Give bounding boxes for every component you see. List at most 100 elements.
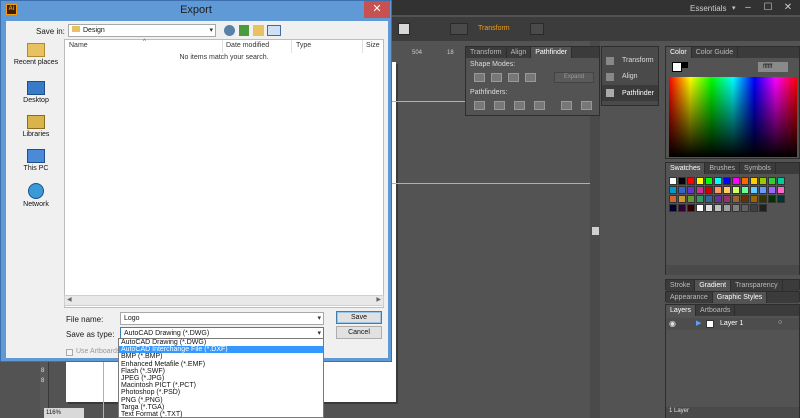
horizontal-scrollbar[interactable]: ◀ ▶ (64, 295, 384, 306)
tab-appearance[interactable]: Appearance (666, 292, 713, 303)
arrange-documents-icon[interactable] (450, 23, 468, 35)
minimize-icon[interactable]: – (738, 0, 758, 15)
tab-color-guide[interactable]: Color Guide (692, 47, 739, 58)
close-icon[interactable]: ✕ (778, 0, 798, 15)
close-icon[interactable]: ✕ (364, 1, 390, 18)
color-swatch[interactable] (678, 204, 686, 212)
zoom-field[interactable]: 116% (44, 408, 84, 418)
file-type-option[interactable]: Flash (*.SWF) (119, 368, 323, 375)
tab-transparency[interactable]: Transparency (731, 280, 783, 291)
file-type-option[interactable]: JPEG (*.JPG) (119, 375, 323, 382)
file-type-option[interactable]: Photoshop (*.PSD) (119, 389, 323, 396)
file-type-option[interactable]: AutoCAD Interchange File (*.DXF) (119, 346, 323, 354)
scroll-right-icon[interactable]: ▶ (376, 296, 381, 303)
tab-swatches[interactable]: Swatches (666, 163, 706, 174)
minus-front-icon[interactable] (491, 73, 502, 82)
align-icon[interactable] (606, 73, 614, 81)
merge-icon[interactable] (514, 101, 525, 110)
new-folder-icon[interactable] (253, 25, 264, 36)
file-type-option[interactable]: Targa (*.TGA) (119, 404, 323, 411)
view-menu-icon[interactable] (267, 25, 281, 36)
tab-pathfinder[interactable]: Pathfinder (531, 47, 573, 58)
color-swatch[interactable] (669, 204, 677, 212)
color-swatch[interactable] (741, 195, 749, 203)
file-type-option[interactable]: AutoCAD Drawing (*.DWG) (119, 339, 323, 346)
workspace-switcher[interactable]: Essentials (690, 4, 726, 13)
place-recent[interactable]: Recent places (6, 43, 66, 66)
file-type-option[interactable]: Enhanced Metafile (*.EMF) (119, 361, 323, 368)
column-type[interactable]: Type (296, 42, 311, 49)
expand-arrow-icon[interactable]: ▶ (696, 319, 701, 327)
color-swatch[interactable] (669, 186, 677, 194)
column-divider[interactable] (222, 40, 223, 53)
scroll-left-icon[interactable]: ◀ (67, 296, 72, 303)
dock-item-align[interactable]: Align (622, 73, 638, 80)
column-name[interactable]: Name (69, 42, 88, 49)
color-swatch[interactable] (741, 204, 749, 212)
tab-gradient[interactable]: Gradient (695, 280, 732, 291)
file-list[interactable]: Name ^ Date modified Type Size No items … (64, 39, 384, 308)
color-swatch[interactable] (696, 186, 704, 194)
divide-icon[interactable] (474, 101, 485, 110)
color-swatch[interactable] (768, 186, 776, 194)
use-artboards-checkbox[interactable] (66, 349, 73, 356)
save-button[interactable]: Save (336, 311, 382, 324)
color-swatch[interactable] (687, 186, 695, 194)
color-swatch[interactable] (768, 177, 776, 185)
file-type-option[interactable]: BMP (*.BMP) (119, 353, 323, 360)
up-folder-icon[interactable] (239, 25, 249, 36)
chevron-down-icon[interactable]: ▾ (317, 313, 321, 324)
trim-icon[interactable] (494, 101, 505, 110)
place-network[interactable]: Network (6, 183, 66, 208)
guide-line[interactable] (390, 183, 595, 184)
color-swatch[interactable] (723, 177, 731, 185)
chevron-down-icon[interactable]: ▾ (732, 4, 736, 12)
column-divider[interactable] (291, 40, 292, 53)
color-swatch[interactable] (768, 195, 776, 203)
file-name-input[interactable]: Logo ▾ (120, 312, 324, 325)
back-icon[interactable] (224, 25, 235, 36)
color-swatch[interactable] (678, 186, 686, 194)
tab-color[interactable]: Color (666, 47, 692, 58)
color-swatch[interactable] (732, 177, 740, 185)
color-swatch[interactable] (759, 177, 767, 185)
dock-item-pathfinder[interactable]: Pathfinder (622, 90, 654, 97)
save-in-dropdown[interactable]: Design ▾ (68, 24, 216, 37)
crop-icon[interactable] (534, 101, 545, 110)
color-swatch[interactable] (705, 177, 713, 185)
color-swatch[interactable] (696, 177, 704, 185)
color-swatch[interactable] (678, 177, 686, 185)
color-swatch[interactable] (714, 186, 722, 194)
color-swatch[interactable] (687, 204, 695, 212)
exclude-icon[interactable] (525, 73, 536, 82)
stroke-indicator[interactable] (682, 62, 688, 68)
tab-align[interactable]: Align (507, 47, 532, 58)
color-spectrum[interactable] (669, 77, 797, 157)
column-size[interactable]: Size (366, 42, 380, 49)
color-swatch[interactable] (705, 186, 713, 194)
fill-indicator[interactable] (672, 62, 682, 72)
tab-brushes[interactable]: Brushes (705, 163, 741, 174)
color-swatch[interactable] (750, 186, 758, 194)
color-swatch[interactable] (669, 177, 677, 185)
tab-artboards[interactable]: Artboards (696, 305, 736, 316)
fill-swatch[interactable] (398, 23, 410, 35)
place-this-pc[interactable]: This PC (6, 149, 66, 172)
color-swatch[interactable] (723, 195, 731, 203)
dock-item-transform[interactable]: Transform (622, 57, 654, 64)
cancel-button[interactable]: Cancel (336, 326, 382, 339)
intersect-icon[interactable] (508, 73, 519, 82)
color-swatch[interactable] (777, 195, 785, 203)
outline-icon[interactable] (561, 101, 572, 110)
layer-row[interactable]: ◉ ▶ Layer 1 ○ (666, 318, 799, 330)
color-swatch[interactable] (741, 177, 749, 185)
color-swatch[interactable] (714, 195, 722, 203)
color-swatch[interactable] (750, 195, 758, 203)
expand-button[interactable]: Expand (554, 72, 594, 83)
color-swatch[interactable] (669, 195, 677, 203)
color-swatch[interactable] (705, 204, 713, 212)
tab-symbols[interactable]: Symbols (740, 163, 776, 174)
color-swatch[interactable] (714, 177, 722, 185)
color-swatch[interactable] (732, 204, 740, 212)
transform-link[interactable]: Transform (478, 25, 510, 32)
